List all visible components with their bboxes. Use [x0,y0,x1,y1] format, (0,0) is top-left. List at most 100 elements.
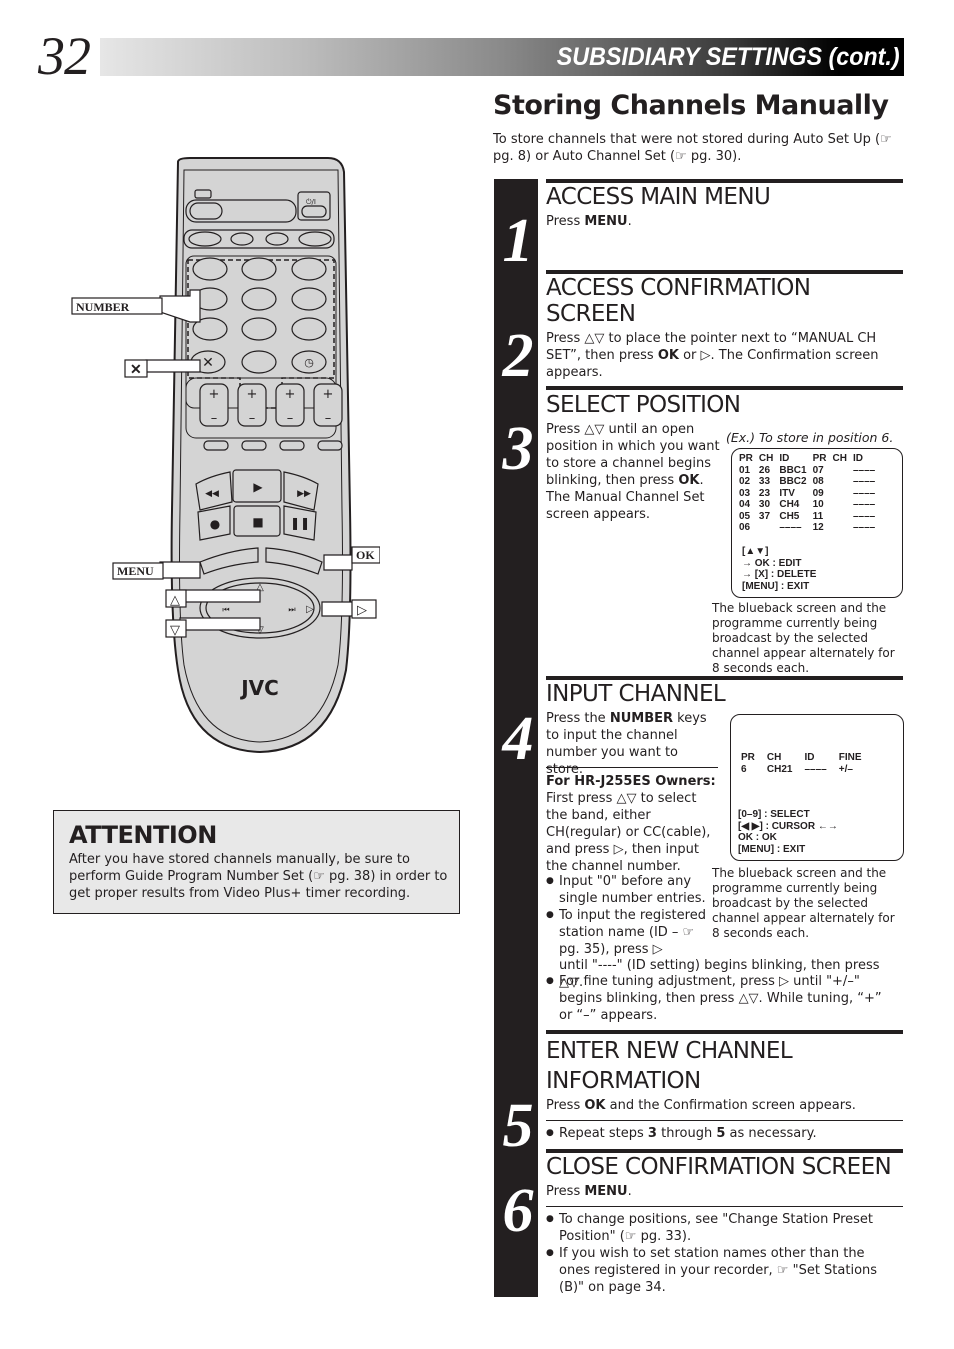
example-caption: (Ex.) To store in position 6. [726,430,894,445]
svg-text:–: – [287,411,294,426]
svg-text:⏮: ⏮ [222,605,229,614]
table-cell: 23 [758,487,771,499]
pause-icon: ❚❚ [290,516,310,530]
channel-table: PR CH ID PR CH ID 01 26 BBC1 07 –––– 02 33 BBC2 08 –––… [739,453,881,534]
callout-down-label: ▽ [170,623,180,638]
bullet-item: Input "0" before any single number entri… [546,873,706,907]
section-title: Storing Channels Manually [493,90,889,121]
table-cell: ITV [779,487,795,499]
table-cell [759,522,779,534]
table-cell: 03 [739,487,751,499]
attention-text: After you have stored channels manually,… [69,852,448,901]
step-divider [546,1149,903,1153]
table-row: 06 –––– 12 –––– [739,522,881,534]
table-cell: 10 [812,499,824,510]
table-row: 04 30 CH4 10 –––– [739,499,881,511]
column-header: PR [812,453,827,464]
legend-line: [◀ ▶] : CURSOR ←→ [738,820,838,832]
bullet-item: To change positions, see "Change Station… [546,1211,896,1245]
table-cell: 33 [758,476,771,487]
column-header: ID [779,453,790,464]
pointing-hand [323,554,353,571]
pointing-hand [321,601,357,617]
table-cell: 11 [812,510,824,522]
field-value: CH21 [766,763,793,775]
step-3-title: SELECT POSITION [546,392,741,418]
callout-number-label: NUMBER [76,300,130,314]
step-6-text: Press MENU. [546,1184,632,1199]
attention-title: ATTENTION [69,821,217,849]
callout-up-label: △ [170,593,180,608]
table-row: 03 23 ITV 09 –––– [739,488,881,500]
step-divider [546,179,903,183]
table-cell: –––– [852,464,876,476]
step-4-title: INPUT CHANNEL [546,681,726,707]
table-cell: 12 [812,522,824,533]
table-row: 01 26 BBC1 07 –––– [739,465,881,477]
step-divider [546,386,903,390]
divider [546,1120,903,1121]
table-cell: –––– [852,522,876,533]
table-cell: 26 [758,464,771,476]
chapter-title: SUBSIDIARY SETTINGS (cont.) [557,43,900,71]
table-row: 05 37 CH5 11 –––– [739,511,881,523]
step-6-bullets: To change positions, see "Change Station… [546,1211,896,1296]
step-5-title: ENTER NEW CHANNEL INFORMATION [546,1038,793,1094]
step-divider [546,676,903,680]
legend-line: [MENU] : EXIT [742,580,810,592]
step-5-text: Press OK and the Confirmation screen app… [546,1098,856,1113]
legend-line: [0–9] : SELECT [738,809,810,820]
legend-line: OK : OK [738,832,777,843]
svg-text:+: + [247,387,258,402]
column-header: CH [758,453,774,464]
attention-box: ATTENTION After you have stored channels… [53,810,460,914]
bullet-item: For fine tuning adjustment, press ▷ unti… [546,973,898,1024]
table-cell: 37 [758,510,771,522]
table-cell [833,476,853,488]
step-number-2: 2 [502,322,534,390]
svg-text:–: – [249,411,256,426]
legend-line: [▲▼] [742,546,769,557]
brand-logo: JVC [239,676,279,700]
pointing-hand [179,617,261,631]
nav-right-icon: ▷ [306,604,314,615]
table-cell [833,488,853,500]
small-button [194,189,212,199]
callout-cancel-label: ✕ [130,363,142,378]
column-header: PR [741,752,755,763]
svg-text:–: – [211,411,218,426]
table-cell: –––– [852,510,876,522]
blueback-caption: The blueback screen and the programme cu… [712,601,895,675]
svg-text:+: + [209,387,220,402]
pointing-hand [179,589,261,603]
step-divider [546,270,903,274]
svg-text:–: – [325,411,332,426]
bullet-item: To input the registered station name (ID… [546,907,706,958]
field-value: –––– [804,763,827,775]
column-header: ID [804,752,815,763]
step-5-note: Repeat steps 3 through 5 as necessary. [546,1125,817,1142]
table-cell: 06 [739,522,751,533]
clock-icon: ◷ [304,356,314,369]
step-6-title: CLOSE CONFIRMATION SCREEN [546,1154,892,1180]
table-cell: –––– [852,499,876,510]
column-header: PR [739,453,753,464]
record-icon: ● [210,517,220,531]
column-header: ID [852,453,863,464]
bullet-item: If you wish to set station names other t… [546,1245,896,1296]
field-value: +/– [838,763,853,775]
divider [546,767,718,768]
manual-table: PR CH ID FINE 6 CH21 –––– +/– [741,752,874,775]
table-cell: 05 [739,510,751,522]
stop-icon: ■ [252,515,263,529]
callout-menu-label: MENU [117,564,154,578]
step-1-title: ACCESS MAIN MENU [546,184,771,210]
callout-right-label: ▷ [357,603,367,618]
table-cell: 08 [812,476,824,487]
page-number: 32 [38,26,91,86]
step-1-text: Press MENU. [546,214,632,229]
table-cell: 09 [812,487,824,499]
table-cell: BBC1 [779,464,807,476]
svg-text:+: + [323,387,334,402]
table-cell [833,465,853,477]
